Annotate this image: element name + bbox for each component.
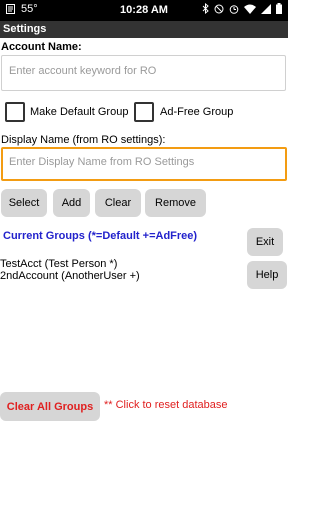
make-default-checkbox[interactable] <box>5 102 25 122</box>
account-name-input[interactable]: Enter account keyword for RO <box>1 55 286 91</box>
wifi-icon <box>244 4 256 14</box>
battery-icon <box>276 3 282 14</box>
display-name-input[interactable]: Enter Display Name from RO Settings <box>1 147 287 181</box>
ad-free-label: Ad-Free Group <box>160 106 234 118</box>
page-title: Settings <box>3 23 47 35</box>
alarm-icon <box>229 4 239 14</box>
mute-icon <box>214 4 224 13</box>
exit-button[interactable]: Exit <box>247 228 283 256</box>
ad-free-checkbox[interactable] <box>134 102 154 122</box>
reset-database-note: ** Click to reset database <box>104 399 228 411</box>
add-button[interactable]: Add <box>53 189 90 217</box>
current-groups-title: Current Groups (*=Default +=AdFree) <box>3 230 198 242</box>
list-item[interactable]: TestAcct (Test Person *) <box>0 258 117 270</box>
clear-all-groups-button[interactable]: Clear All Groups <box>0 392 100 421</box>
bluetooth-icon <box>202 3 209 14</box>
remove-button[interactable]: Remove <box>145 189 206 217</box>
account-name-label: Account Name: <box>1 41 82 53</box>
make-default-label: Make Default Group <box>30 106 129 118</box>
help-button[interactable]: Help <box>247 261 287 289</box>
select-button[interactable]: Select <box>1 189 47 217</box>
signal-icon <box>261 3 271 14</box>
display-name-label: Display Name (from RO settings): <box>1 134 166 146</box>
title-bar: Settings <box>0 21 288 38</box>
clear-button[interactable]: Clear <box>95 189 141 217</box>
status-bar: 55° 10:28 AM <box>0 0 288 21</box>
list-item[interactable]: 2ndAccount (AnotherUser +) <box>0 270 140 282</box>
